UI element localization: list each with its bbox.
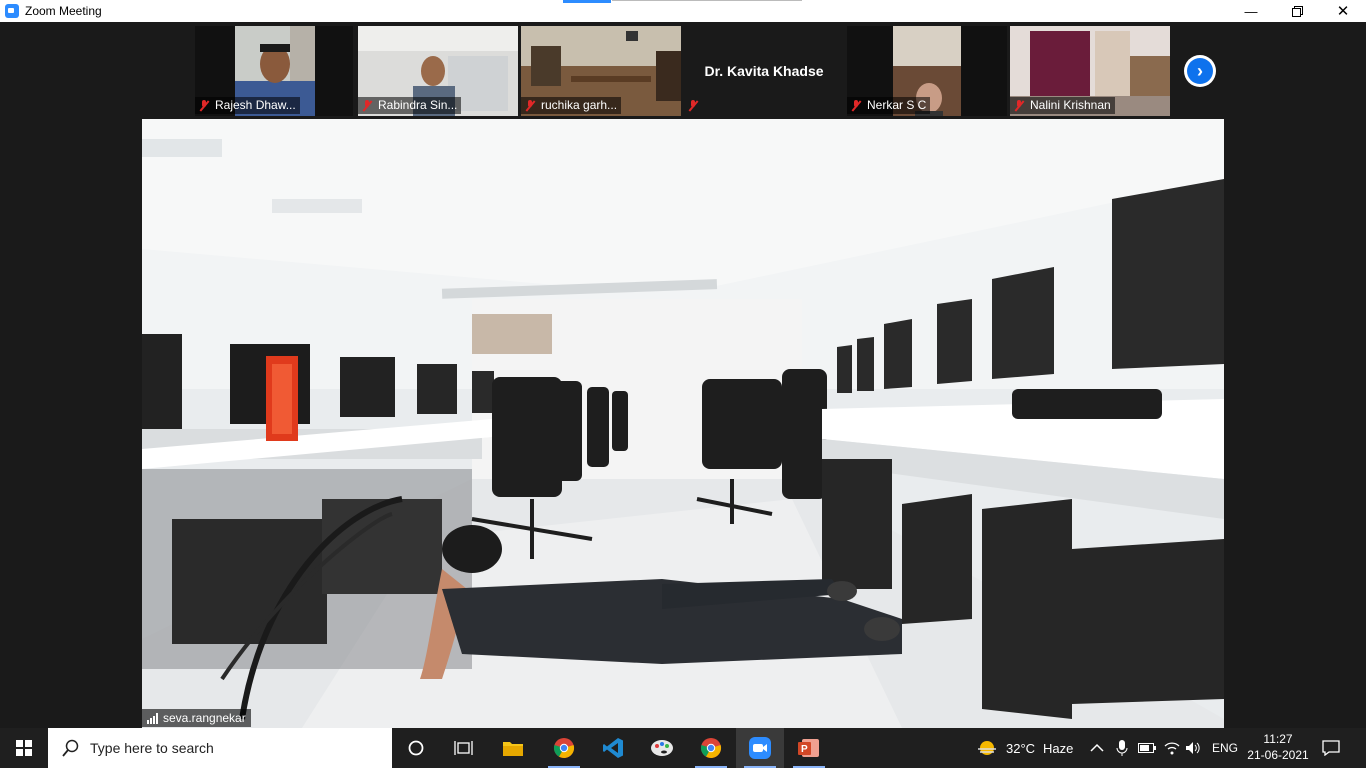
mic-muted-icon [851, 100, 861, 111]
mic-muted-icon [1014, 100, 1024, 111]
active-speaker-name-label: seva.rangnekar [142, 709, 251, 727]
file-explorer-button[interactable] [489, 728, 537, 768]
notification-icon [1322, 740, 1340, 756]
battery-icon [1138, 743, 1156, 753]
active-speaker-name: seva.rangnekar [163, 711, 246, 725]
language-label: ENG [1212, 741, 1239, 755]
view-indicator [563, 0, 611, 3]
wifi-icon [1164, 742, 1180, 755]
vscode-button[interactable] [589, 728, 637, 768]
notification-center-button[interactable] [1322, 728, 1340, 768]
participant-tile[interactable]: Nerkar S C [847, 26, 1007, 116]
windows-logo-icon [16, 740, 32, 756]
clock-time: 11:27 [1263, 732, 1293, 746]
weather-widget[interactable]: 32°C Haze [976, 728, 1073, 768]
paint-button[interactable] [638, 728, 686, 768]
weather-desc: Haze [1043, 740, 1074, 756]
participant-name: Nerkar S C [867, 98, 927, 112]
microphone-icon [1116, 740, 1128, 756]
window-title: Zoom Meeting [25, 4, 102, 18]
volume-tray-icon[interactable] [1185, 728, 1201, 768]
active-speaker-video [142, 119, 1224, 728]
folder-icon [503, 742, 523, 756]
maximize-button[interactable] [1274, 0, 1320, 22]
next-page-button[interactable]: › [1184, 55, 1216, 87]
participant-name-label: Nerkar S C [847, 97, 931, 114]
speaker-video-frame [142, 119, 1224, 728]
zoom-app-icon [5, 4, 19, 18]
powerpoint-icon: P [798, 739, 819, 757]
search-placeholder: Type here to search [90, 740, 214, 756]
view-divider [612, 0, 802, 1]
title-bar: Zoom Meeting — ✕ [0, 0, 1366, 22]
mic-muted-icon [362, 100, 372, 111]
wifi-tray-icon[interactable] [1164, 728, 1180, 768]
haze-sun-icon [978, 741, 996, 755]
chrome-button[interactable] [540, 728, 588, 768]
restore-icon [1291, 5, 1303, 17]
microphone-tray-icon[interactable] [1116, 728, 1128, 768]
language-indicator[interactable]: ENG [1212, 728, 1238, 768]
participant-tile[interactable]: ruchika garh... [521, 26, 681, 116]
taskbar-search-box[interactable]: Type here to search [48, 728, 392, 768]
chevron-right-icon: › [1187, 58, 1213, 84]
speaker-icon [1186, 742, 1200, 754]
chevron-up-icon [1090, 743, 1104, 752]
chrome-icon [700, 738, 722, 758]
cortana-button[interactable] [392, 728, 440, 768]
task-view-icon [454, 741, 473, 755]
chrome-icon [553, 738, 575, 758]
zoom-taskbar-button[interactable] [736, 728, 784, 768]
mic-muted-icon [688, 100, 698, 111]
show-hidden-icons-button[interactable] [1090, 728, 1104, 768]
participant-name: Nalini Krishnan [1030, 98, 1111, 112]
clock-date: 21-06-2021 [1247, 748, 1309, 762]
mic-muted-icon [199, 100, 209, 111]
participant-tile[interactable]: Nalini Krishnan [1010, 26, 1170, 116]
task-view-button[interactable] [440, 728, 488, 768]
participant-name-label: Rajesh Dhaw... [195, 97, 300, 114]
weather-temp: 32°C [1006, 740, 1036, 756]
mic-muted-icon [525, 100, 535, 111]
start-button[interactable] [0, 728, 48, 768]
paint-palette-icon [651, 740, 673, 756]
minimize-button[interactable]: — [1228, 0, 1274, 22]
signal-strength-icon [147, 712, 158, 724]
participant-tile[interactable]: Dr. Kavita Khadse [684, 26, 844, 116]
powerpoint-button[interactable]: P [785, 728, 833, 768]
zoom-icon [749, 737, 771, 759]
close-button[interactable]: ✕ [1320, 0, 1366, 22]
chrome-button-2[interactable] [687, 728, 735, 768]
search-icon [62, 739, 79, 757]
participant-name: Rajesh Dhaw... [215, 98, 296, 112]
participant-name-display: Dr. Kavita Khadse [704, 63, 824, 79]
participant-name-label: ruchika garh... [521, 97, 622, 114]
taskbar-clock[interactable]: 11:27 21-06-2021 [1245, 731, 1311, 763]
windows-taskbar: Type here to search P 32°C Haze ENG 11:2… [0, 728, 1366, 768]
battery-tray-icon[interactable] [1138, 728, 1156, 768]
cortana-circle-icon [408, 740, 424, 756]
participant-tile[interactable]: Rajesh Dhaw... [195, 26, 353, 116]
participant-name: Rabindra Sin... [378, 98, 458, 112]
participant-name-label: Nalini Krishnan [1010, 97, 1115, 114]
participant-name-label [684, 97, 708, 114]
participant-tile[interactable]: Rabindra Sin... [358, 26, 518, 116]
svg-text:P: P [801, 744, 808, 755]
participant-name: ruchika garh... [541, 98, 618, 112]
vscode-icon [603, 738, 623, 758]
participant-name-label: Rabindra Sin... [358, 97, 462, 114]
